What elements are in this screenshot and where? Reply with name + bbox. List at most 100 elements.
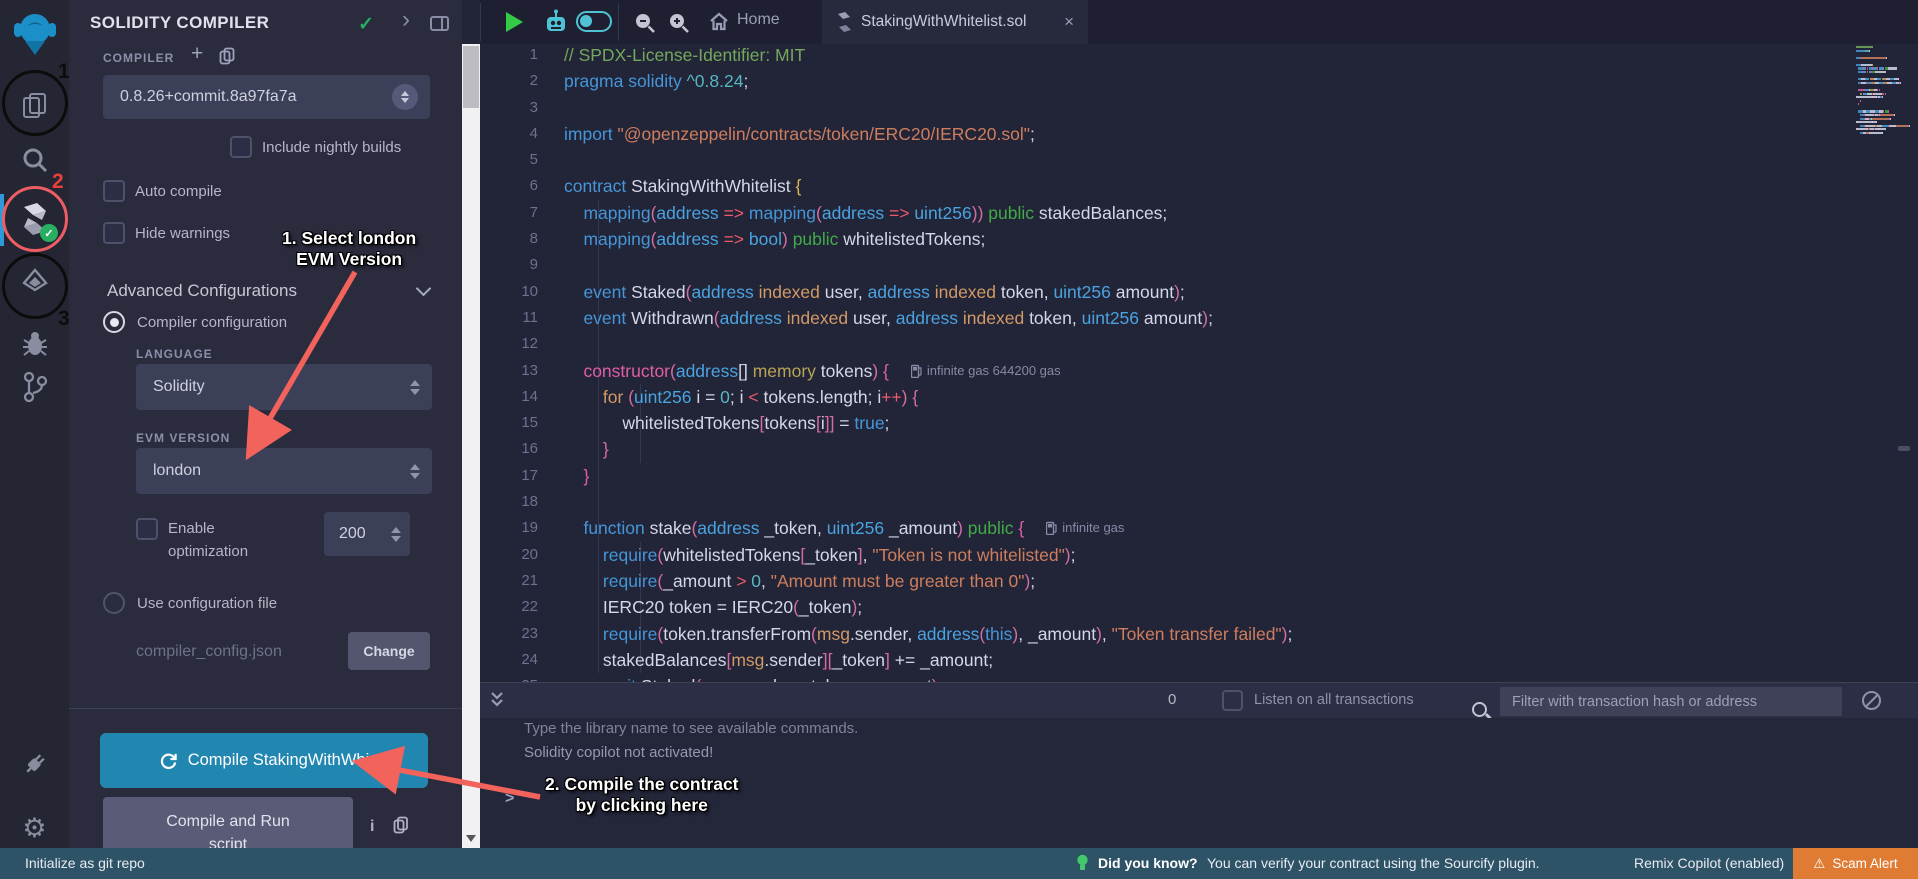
topbar-separator — [618, 3, 619, 41]
config-filename[interactable]: compiler_config.json — [136, 643, 282, 661]
code-line[interactable]: 5 — [480, 147, 1860, 173]
line-number: 14 — [480, 384, 564, 410]
code-line[interactable]: 17 } — [480, 463, 1860, 489]
terminal-prompt[interactable]: > — [505, 790, 514, 808]
panel-divider — [69, 708, 462, 709]
copy-doc-icon — [219, 47, 236, 65]
hide-warnings-checkbox[interactable] — [103, 222, 125, 244]
transaction-count: 0 — [1168, 691, 1176, 708]
scam-alert-button[interactable]: ⚠ Scam Alert — [1793, 848, 1918, 879]
include-nightly-checkbox[interactable] — [230, 136, 252, 158]
code-line[interactable]: 8 mapping(address => bool) public whitel… — [480, 226, 1860, 252]
annotation-badge-3: 3 — [58, 307, 70, 331]
code-line[interactable]: 4import "@openzeppelin/contracts/token/E… — [480, 121, 1860, 147]
tab-staking-with-whitelist[interactable]: StakingWithWhitelist.sol × — [822, 0, 1088, 44]
code-line[interactable]: 2pragma solidity ^0.8.24; — [480, 68, 1860, 94]
run-script-play-button[interactable] — [506, 12, 523, 32]
info-icon[interactable]: i — [370, 818, 374, 836]
evm-version-value: london — [153, 462, 201, 480]
line-number: 15 — [480, 410, 564, 436]
code-line[interactable]: 23 require(token.transferFrom(msg.sender… — [480, 621, 1860, 647]
zoom-in-button[interactable] — [668, 12, 690, 39]
enable-optimization-checkbox[interactable] — [136, 518, 158, 540]
scrollbar-down-arrow[interactable] — [466, 835, 476, 842]
auto-compile-label: Auto compile — [135, 183, 222, 200]
code-line[interactable]: 12 — [480, 331, 1860, 357]
code-line[interactable]: 24 stakedBalances[msg.sender][_token] +=… — [480, 647, 1860, 673]
sidebar-item-git[interactable] — [0, 368, 69, 406]
code-line[interactable]: 11 event Withdrawn(address indexed user,… — [480, 305, 1860, 331]
sidebar-item-plugin-manager[interactable] — [0, 746, 69, 782]
add-compiler-icon[interactable]: + — [191, 42, 203, 66]
sidebar-item-debugger[interactable] — [0, 326, 69, 362]
listen-transactions-checkbox[interactable] — [1222, 690, 1243, 711]
compile-button[interactable]: Compile StakingWithWhi — [100, 733, 428, 788]
home-button[interactable] — [708, 11, 730, 37]
compile-button-label: Compile StakingWithWhi — [188, 751, 370, 770]
remix-logo[interactable] — [0, 6, 69, 62]
copilot-toggle[interactable] — [576, 11, 612, 32]
code-line[interactable]: 10 event Staked(address indexed user, ad… — [480, 279, 1860, 305]
did-you-know-text: You can verify your contract using the S… — [1207, 855, 1540, 871]
compiler-configuration-radio[interactable] — [103, 311, 125, 333]
sidebar-item-settings[interactable]: ⚙ — [0, 810, 69, 846]
zoom-out-button[interactable] — [634, 12, 656, 39]
code-line[interactable]: 20 require(whitelistedTokens[_token], "T… — [480, 542, 1860, 568]
use-config-file-label: Use configuration file — [137, 595, 277, 612]
code-line[interactable]: 19 function stake(address _token, uint25… — [480, 515, 1860, 541]
terminal-search-icon[interactable] — [1472, 702, 1487, 717]
annotation-circle-2 — [2, 186, 68, 252]
copilot-status[interactable]: Remix Copilot (enabled) — [1634, 855, 1784, 871]
copy-bytecode-icon[interactable] — [393, 816, 409, 839]
editor-scrollbar-thumb[interactable] — [1898, 446, 1910, 451]
line-number: 18 — [480, 489, 564, 515]
code-line[interactable]: 1// SPDX-License-Identifier: MIT — [480, 42, 1860, 68]
chevron-down-icon[interactable] — [416, 281, 432, 297]
code-line[interactable]: 13 constructor(address[] memory tokens) … — [480, 358, 1860, 384]
clear-console-icon[interactable] — [1862, 691, 1881, 710]
change-config-button[interactable]: Change — [348, 632, 430, 670]
panel-scrollbar-thumb[interactable] — [463, 46, 479, 108]
expand-terminal-button[interactable] — [490, 690, 504, 715]
advanced-configurations-title[interactable]: Advanced Configurations — [107, 281, 297, 301]
code-line[interactable]: 21 require(_amount > 0, "Amount must be … — [480, 568, 1860, 594]
code-line[interactable]: 14 for (uint256 i = 0; i < tokens.length… — [480, 384, 1860, 410]
copy-compiler-icon[interactable] — [219, 47, 236, 70]
code-line[interactable]: 6contract StakingWithWhitelist { — [480, 173, 1860, 199]
code-line[interactable]: 15 whitelistedTokens[tokens[i]] = true; — [480, 410, 1860, 436]
language-select[interactable]: Solidity — [136, 364, 432, 410]
ai-copilot-button[interactable] — [542, 8, 570, 41]
code-line[interactable]: 9 — [480, 252, 1860, 278]
code-line[interactable]: 7 mapping(address => mapping(address => … — [480, 200, 1860, 226]
tab-title: StakingWithWhitelist.sol — [861, 13, 1054, 31]
line-number: 1 — [480, 42, 564, 68]
evm-version-select[interactable]: london — [136, 448, 432, 494]
listen-transactions-label: Listen on all transactions — [1254, 692, 1414, 708]
plug-icon — [21, 750, 49, 778]
code-lines[interactable]: 1// SPDX-License-Identifier: MIT2pragma … — [480, 42, 1860, 682]
git-init-button[interactable]: Initialize as git repo — [25, 855, 145, 871]
code-line[interactable]: 22 IERC20 token = IERC20(_token); — [480, 594, 1860, 620]
optimization-runs-input[interactable]: 200 — [324, 512, 410, 556]
line-number: 3 — [480, 95, 564, 121]
zoom-in-icon — [668, 12, 690, 34]
double-chevron-down-icon — [490, 690, 504, 710]
line-number: 4 — [480, 121, 564, 147]
tab-close-icon[interactable]: × — [1064, 12, 1074, 32]
minimap[interactable] — [1856, 46, 1914, 156]
compile-and-run-button[interactable]: Compile and Run script — [103, 797, 353, 855]
compiler-version-value: 0.8.26+commit.8a97fa7a — [120, 88, 297, 106]
pin-panel-icon[interactable] — [430, 16, 449, 31]
runs-value: 200 — [339, 525, 366, 543]
chevron-right-icon[interactable]: › — [402, 6, 410, 34]
code-line[interactable]: 3 — [480, 95, 1860, 121]
panel-scrollbar[interactable] — [462, 44, 480, 848]
code-line[interactable]: 25 emit Staked(msg.sender, _token, _amou… — [480, 673, 1860, 682]
code-line[interactable]: 18 — [480, 489, 1860, 515]
code-line[interactable]: 16 } — [480, 436, 1860, 462]
auto-compile-checkbox[interactable] — [103, 180, 125, 202]
home-label[interactable]: Home — [737, 11, 780, 29]
compiler-version-select[interactable]: 0.8.26+commit.8a97fa7a — [103, 75, 430, 119]
use-config-file-radio[interactable] — [103, 592, 125, 614]
transaction-filter-input[interactable] — [1500, 687, 1842, 716]
